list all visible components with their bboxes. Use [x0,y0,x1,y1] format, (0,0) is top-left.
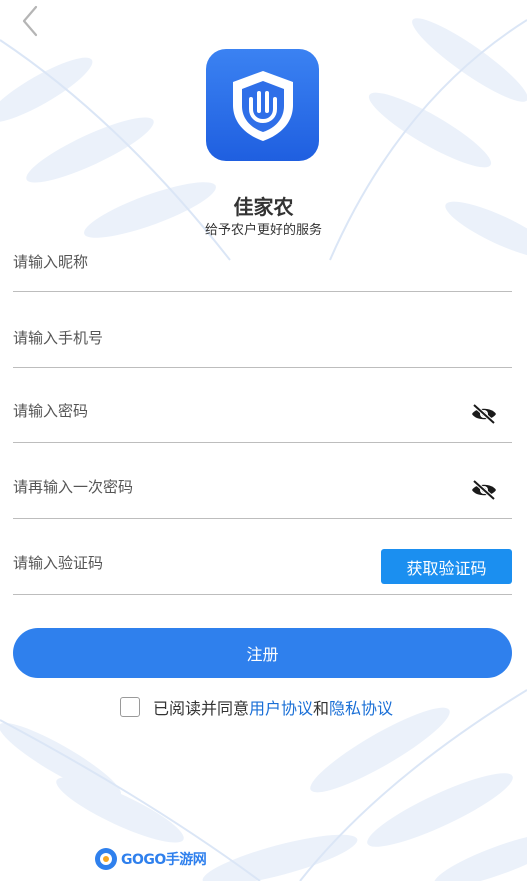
agreement-and: 和 [313,699,330,718]
confirm-password-field [13,448,512,519]
register-button[interactable]: 注册 [13,628,512,678]
privacy-policy-link[interactable]: 隐私协议 [329,695,393,719]
agreement-prefix: 已阅读并同意 [153,699,250,718]
shield-icon [232,71,293,141]
agree-checkbox[interactable] [120,697,140,717]
app-logo [206,49,319,161]
nickname-input[interactable] [13,245,453,279]
agreement-row: 已阅读并同意 用户协议 和 隐私协议 [120,695,393,719]
watermark-logo-icon [95,848,117,870]
app-name: 佳家农 [233,195,294,219]
password-field [13,372,512,443]
password-input[interactable] [13,394,453,428]
get-code-button[interactable]: 获取验证码 [381,549,512,584]
watermark-text: GOGO手游网 [121,852,207,868]
eye-off-icon[interactable] [470,479,498,501]
phone-input[interactable] [13,321,453,355]
eye-off-icon[interactable] [470,403,498,425]
watermark: GOGO手游网 [94,846,207,872]
back-button[interactable] [18,4,42,38]
phone-field [13,297,512,368]
confirm-password-input[interactable] [13,470,453,504]
verification-code-input[interactable] [13,546,363,580]
nickname-field [13,221,512,292]
verification-code-field: 获取验证码 [13,524,512,595]
user-agreement-link[interactable]: 用户协议 [249,695,313,719]
chevron-left-icon [22,5,38,37]
